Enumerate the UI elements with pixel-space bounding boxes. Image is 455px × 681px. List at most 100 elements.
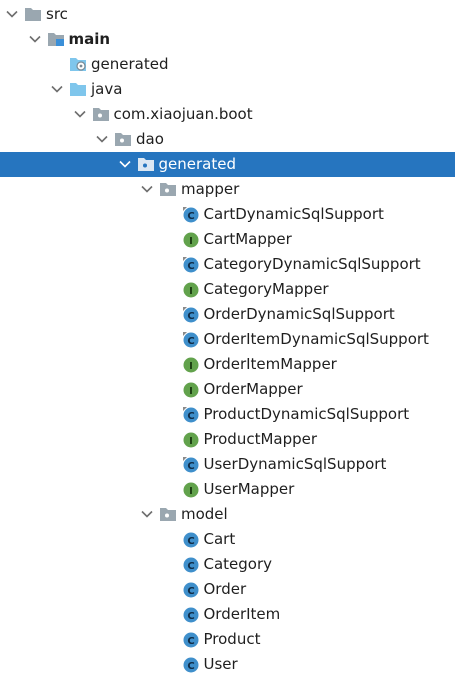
tree-node-label: UserDynamicSqlSupport xyxy=(203,455,387,473)
tree-node-orderdynamicsqlsupport[interactable]: C OrderDynamicSqlSupport xyxy=(0,302,455,327)
tree-node-label: Cart xyxy=(203,530,236,548)
folder-icon xyxy=(24,6,42,23)
svg-text:I: I xyxy=(189,386,193,397)
tree-node-cart[interactable]: C Cart xyxy=(0,527,455,552)
tree-node-cartmapper[interactable]: I CartMapper xyxy=(0,227,455,252)
tree-node-main[interactable]: main xyxy=(0,27,455,52)
tree-node-generated[interactable]: generated xyxy=(0,152,455,177)
tree-node-orderitemdynamicsqlsupport[interactable]: C OrderItemDynamicSqlSupport xyxy=(0,327,455,352)
class-icon: C xyxy=(182,631,200,648)
svg-text:C: C xyxy=(187,261,194,272)
tree-node-label: ProductMapper xyxy=(203,430,318,448)
tree-node-label: CartDynamicSqlSupport xyxy=(203,205,384,223)
tree-node-label: mapper xyxy=(181,180,240,198)
svg-text:C: C xyxy=(187,211,194,222)
svg-text:C: C xyxy=(187,536,194,547)
final-class-icon: C xyxy=(182,456,200,473)
class-icon: C xyxy=(182,656,200,673)
chevron-down-icon[interactable] xyxy=(27,27,43,52)
final-class-icon: C xyxy=(182,331,200,348)
project-tree: src main generated java com.xiaojuan.boot dao… xyxy=(0,2,455,677)
tree-node-label: CategoryDynamicSqlSupport xyxy=(203,255,421,273)
tree-node-userdynamicsqlsupport[interactable]: C UserDynamicSqlSupport xyxy=(0,452,455,477)
svg-text:C: C xyxy=(187,636,194,647)
class-icon: C xyxy=(182,581,200,598)
tree-node-label: CartMapper xyxy=(203,230,292,248)
svg-text:I: I xyxy=(189,286,193,297)
svg-text:C: C xyxy=(187,586,194,597)
tree-node-java[interactable]: java xyxy=(0,77,455,102)
tree-node-label: Order xyxy=(203,580,247,598)
tree-node-category[interactable]: C Category xyxy=(0,552,455,577)
interface-icon: I xyxy=(182,231,200,248)
tree-node-label: dao xyxy=(136,130,164,148)
class-icon: C xyxy=(182,556,200,573)
svg-text:I: I xyxy=(189,486,193,497)
interface-icon: I xyxy=(182,431,200,448)
svg-text:C: C xyxy=(187,611,194,622)
package-icon xyxy=(114,131,132,148)
class-icon: C xyxy=(182,606,200,623)
svg-text:I: I xyxy=(189,361,193,372)
tree-node-label: CategoryMapper xyxy=(203,280,329,298)
tree-node-generated[interactable]: generated xyxy=(0,52,455,77)
final-class-icon: C xyxy=(182,306,200,323)
tree-node-label: User xyxy=(203,655,238,673)
tree-node-dao[interactable]: dao xyxy=(0,127,455,152)
tree-node-label: OrderItemMapper xyxy=(203,355,337,373)
chevron-down-icon[interactable] xyxy=(72,102,88,127)
source-folder-icon xyxy=(47,31,65,48)
tree-node-label: model xyxy=(181,505,228,523)
package-icon xyxy=(159,181,177,198)
chevron-down-icon[interactable] xyxy=(49,77,65,102)
package-icon xyxy=(92,106,110,123)
tree-node-model[interactable]: model xyxy=(0,502,455,527)
chevron-down-icon[interactable] xyxy=(4,2,20,27)
tree-node-label: java xyxy=(91,80,123,98)
tree-node-productdynamicsqlsupport[interactable]: C ProductDynamicSqlSupport xyxy=(0,402,455,427)
tree-node-label: UserMapper xyxy=(203,480,295,498)
tree-node-user[interactable]: C User xyxy=(0,652,455,677)
svg-text:C: C xyxy=(187,336,194,347)
tree-node-product[interactable]: C Product xyxy=(0,627,455,652)
tree-node-mapper[interactable]: mapper xyxy=(0,177,455,202)
tree-node-ordermapper[interactable]: I OrderMapper xyxy=(0,377,455,402)
final-class-icon: C xyxy=(182,256,200,273)
svg-text:I: I xyxy=(189,436,193,447)
tree-node-productmapper[interactable]: I ProductMapper xyxy=(0,427,455,452)
chevron-down-icon[interactable] xyxy=(117,152,133,177)
tree-node-cartdynamicsqlsupport[interactable]: C CartDynamicSqlSupport xyxy=(0,202,455,227)
tree-node-label: OrderDynamicSqlSupport xyxy=(203,305,395,323)
interface-icon: I xyxy=(182,481,200,498)
tree-node-label: OrderMapper xyxy=(203,380,303,398)
tree-node-label: OrderItemDynamicSqlSupport xyxy=(203,330,429,348)
chevron-down-icon[interactable] xyxy=(94,127,110,152)
tree-node-com-xiaojuan-boot[interactable]: com.xiaojuan.boot xyxy=(0,102,455,127)
chevron-down-icon[interactable] xyxy=(139,177,155,202)
tree-node-orderitemmapper[interactable]: I OrderItemMapper xyxy=(0,352,455,377)
svg-text:C: C xyxy=(187,561,194,572)
final-class-icon: C xyxy=(182,406,200,423)
tree-node-label: generated xyxy=(158,155,236,173)
tree-node-categorymapper[interactable]: I CategoryMapper xyxy=(0,277,455,302)
tree-node-label: src xyxy=(46,5,68,23)
interface-icon: I xyxy=(182,281,200,298)
package-icon xyxy=(159,506,177,523)
tree-node-label: OrderItem xyxy=(203,605,281,623)
source-root-folder-icon xyxy=(69,81,87,98)
tree-node-categorydynamicsqlsupport[interactable]: C CategoryDynamicSqlSupport xyxy=(0,252,455,277)
tree-node-label: com.xiaojuan.boot xyxy=(113,105,253,123)
tree-node-src[interactable]: src xyxy=(0,2,455,27)
interface-icon: I xyxy=(182,381,200,398)
tree-node-usermapper[interactable]: I UserMapper xyxy=(0,477,455,502)
tree-node-label: generated xyxy=(91,55,169,73)
tree-node-orderitem[interactable]: C OrderItem xyxy=(0,602,455,627)
class-icon: C xyxy=(182,531,200,548)
chevron-down-icon[interactable] xyxy=(139,502,155,527)
tree-node-label: Category xyxy=(203,555,273,573)
package-icon xyxy=(137,156,155,173)
tree-node-order[interactable]: C Order xyxy=(0,577,455,602)
interface-icon: I xyxy=(182,356,200,373)
tree-node-label: Product xyxy=(203,630,261,648)
final-class-icon: C xyxy=(182,206,200,223)
